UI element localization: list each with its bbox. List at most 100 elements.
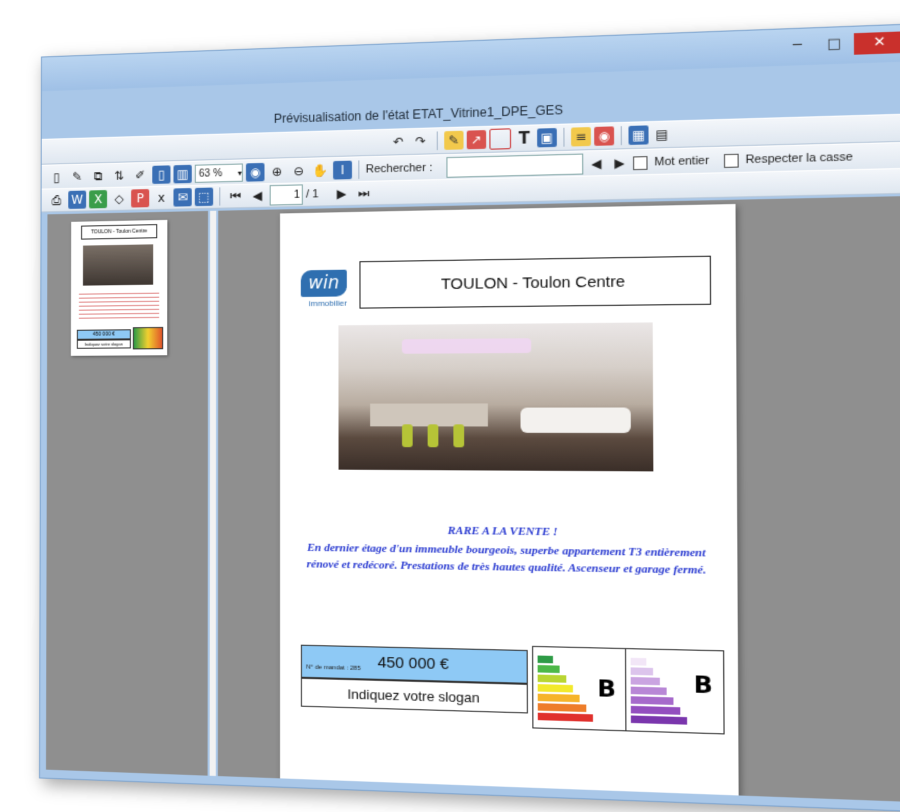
title-bar [41,24,900,92]
html-export-icon[interactable]: ◇ [110,190,128,208]
excel-export-icon[interactable]: X [89,190,108,209]
kitchen-bar [370,403,488,427]
maximize-button[interactable]: □ [817,33,852,56]
zoom-out-icon[interactable]: ⊖ [289,162,308,181]
app-icon: ▯ [53,170,60,185]
description-body: En dernier étage d'un immeuble bourgeois… [306,541,707,577]
thumbnail-photo [82,244,154,286]
pdf-export-icon[interactable]: P [131,189,150,208]
zoom-value: 63 % [198,167,223,180]
ges-bar-g [630,715,688,725]
thumbnail-pane: TOULON - Toulon Centre 450 000 € Indique… [45,210,209,776]
undo-icon[interactable]: ↶ [389,132,408,151]
thumbnail-description [78,292,160,320]
edit-icon[interactable]: ✎ [68,168,86,186]
bar-stool [453,424,465,448]
thumbnail-slogan: Indiquez votre slogan [76,339,131,349]
toolbar-separator [436,131,438,151]
toolbar-separator [620,126,622,146]
search-label: Rechercher : [365,161,433,176]
dpe-energy-label: B [532,645,628,732]
next-page-icon[interactable]: ▶ [332,184,351,203]
energy-bar-g [537,712,593,722]
listing-heading: TOULON - Toulon Centre [359,255,712,309]
page-number-input[interactable] [269,184,303,206]
save-icon[interactable]: ⬚ [194,187,214,207]
sofa [520,407,631,433]
bar-stool [427,424,439,448]
description-lead: RARE A LA VENTE ! [447,524,558,539]
multi-page-icon[interactable]: ▥ [173,164,192,184]
respecter-casse-label: Respecter la casse [745,150,853,167]
price-value: 450 000 € [377,653,449,674]
agency-logo: win immobilier [300,269,355,316]
preview-window: Prévisualisation de l'état ETAT_Vitrine1… [39,23,900,812]
ges-bar-b [630,667,654,676]
export-icon[interactable]: ▦ [628,125,649,145]
layers-icon[interactable]: ≡ [571,127,591,147]
page-total: / 1 [305,188,319,201]
thumbnail-energy-label [132,326,164,350]
minimize-button[interactable]: ─ [780,35,815,58]
preview-pane: win immobilier TOULON - Toulon Centre RA… [217,196,900,802]
ges-bar-c [630,676,660,686]
zoom-fit-icon[interactable]: ◉ [245,162,265,182]
xml-export-icon[interactable]: x [152,189,170,208]
text-tool-icon[interactable]: T [514,129,534,148]
document-icon[interactable]: ▤ [652,125,672,145]
energy-bar-c [537,674,567,683]
toolbar-separator [219,187,221,206]
listing-description: RARE A LA VENTE ! En dernier étage d'un … [305,521,708,579]
zoom-select[interactable]: 63 % ▾ [194,163,243,183]
mot-entier-checkbox[interactable] [633,155,648,170]
ges-grade: B [693,672,713,700]
select-text-icon[interactable]: I [333,160,352,180]
close-button[interactable]: ✕ [853,31,900,55]
color-icon[interactable]: ◉ [594,126,615,146]
mot-entier-label: Mot entier [654,154,710,169]
pane-splitter[interactable] [209,210,217,776]
ges-bar-f [630,705,681,715]
word-export-icon[interactable]: W [68,190,87,209]
mandate-label: N° de mandat : 285 [306,664,361,673]
ges-bar-a [630,657,647,666]
page-thumbnail[interactable]: TOULON - Toulon Centre 450 000 € Indique… [70,219,168,356]
search-next-icon[interactable]: ▶ [610,153,630,172]
energy-bar-b [537,665,560,674]
copy-icon[interactable]: ⧉ [89,167,107,185]
energy-bar-a [537,655,554,664]
thumbnail-price: 450 000 € [76,329,131,340]
search-previous-icon[interactable]: ◀ [587,154,607,173]
logo-subtitle: immobilier [308,298,348,309]
toolbar-separator [358,160,360,179]
search-input[interactable] [446,153,584,178]
arrow-icon[interactable]: ↗ [466,130,487,150]
email-icon[interactable]: ✉ [173,188,192,207]
sort-icon[interactable]: ⇅ [110,166,128,185]
energy-bar-f [537,703,587,713]
print-icon[interactable]: ⎙ [47,191,65,209]
toolbar-separator [563,127,565,147]
first-page-icon[interactable]: ⏮ [226,187,244,206]
single-page-icon[interactable]: ▯ [152,165,171,184]
rectangle-icon[interactable] [489,128,512,150]
thumbnail-title: TOULON - Toulon Centre [81,224,158,240]
image-icon[interactable]: ▣ [537,128,557,148]
respecter-casse-checkbox[interactable] [723,153,739,168]
slogan-box: Indiquez votre slogan [300,677,528,714]
dpe-grade: B [597,676,617,704]
ges-emission-label: B [624,648,725,735]
energy-bar-e [537,693,580,703]
previous-page-icon[interactable]: ◀ [248,186,267,205]
window-controls: ─ □ ✕ [780,31,900,57]
last-page-icon[interactable]: ⏭ [354,184,373,203]
redo-icon[interactable]: ↷ [411,132,430,151]
zoom-in-icon[interactable]: ⊕ [268,162,287,181]
pencil-icon[interactable]: ✐ [131,166,149,185]
hand-icon[interactable]: ✋ [311,161,330,180]
window-title: Prévisualisation de l'état ETAT_Vitrine1… [273,102,564,127]
property-photo [338,322,654,472]
bar-stool [401,424,413,448]
ges-bar-e [630,696,674,705]
pen-icon[interactable]: ✎ [444,130,464,150]
